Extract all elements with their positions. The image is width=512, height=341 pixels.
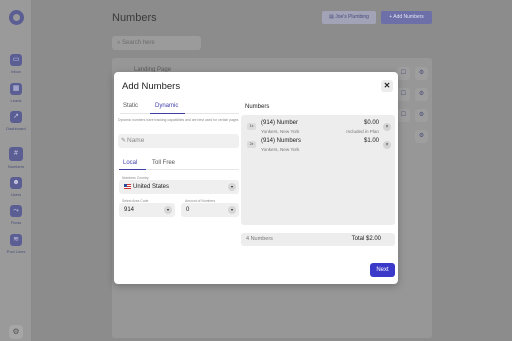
remove-icon[interactable]: ×	[383, 141, 391, 149]
dynamic-description: Dynamic numbers have tracking capabiliti…	[118, 118, 239, 122]
row-phone-icon[interactable]: ☐	[397, 109, 410, 122]
hash-icon: #	[9, 147, 23, 161]
quantity-badge: 1x	[247, 123, 256, 130]
list-item: 2x (914) Numbers Yonkers, New York $1.00…	[241, 135, 395, 153]
chevron-down-icon: ▾	[228, 206, 236, 214]
close-icon[interactable]: ✕	[381, 80, 393, 92]
row-gear-icon[interactable]: ⚙	[415, 130, 428, 143]
number-title: (914) Numbers	[261, 138, 302, 144]
app-logo	[9, 10, 24, 25]
number-note: Included in Plan	[346, 129, 379, 134]
numbers-summary: 4 Numbers Total $2.00	[241, 233, 395, 246]
row-phone-icon[interactable]: ☐	[397, 88, 410, 101]
list-item: 1x (914) Number Yonkers, New York $0.00 …	[241, 117, 395, 135]
country-value: United States	[133, 184, 170, 190]
pool-lines-icon: ≋	[10, 234, 22, 246]
sidebar-item-label: Inbox	[11, 69, 21, 74]
number-location: Yonkers, New York	[261, 147, 300, 152]
quantity-badge: 2x	[247, 141, 256, 148]
number-price: $0.00	[363, 120, 379, 126]
sidebar-item-pool-lines[interactable]: ≋ Pool Lines	[0, 234, 32, 254]
tab-toll-free[interactable]: Toll Free	[152, 160, 175, 166]
sidebar-item-flows[interactable]: ⤳ Flows	[0, 205, 32, 225]
add-numbers-button[interactable]: + Add Numbers	[381, 11, 432, 24]
next-button[interactable]: Next	[370, 263, 395, 277]
us-flag-icon	[124, 183, 131, 189]
row-gear-icon[interactable]: ⚙	[415, 67, 428, 80]
page-title: Numbers	[112, 12, 157, 24]
users-icon: ☻	[10, 177, 22, 189]
sidebar: ▭ Inbox ▦ Leads ↗ Dashboard # Numbers ☻ …	[0, 0, 32, 341]
numbers-total: Total $2.00	[351, 236, 381, 242]
sidebar-item-numbers[interactable]: # Numbers	[0, 147, 32, 169]
add-numbers-modal: Add Numbers ✕ Static Dynamic Dynamic num…	[114, 72, 398, 284]
number-price: $1.00	[363, 138, 379, 144]
flows-icon: ⤳	[10, 205, 22, 217]
name-input[interactable]: ✎ Name	[118, 134, 239, 148]
tab-static[interactable]: Static	[123, 103, 138, 109]
search-placeholder: Search here	[122, 40, 155, 46]
number-title: (914) Number	[261, 120, 299, 126]
sidebar-item-inbox[interactable]: ▭ Inbox	[0, 54, 32, 74]
pencil-icon: ✎	[121, 138, 127, 144]
location-tabs: Local Toll Free	[119, 158, 239, 170]
settings-gear-icon[interactable]: ⚙	[9, 325, 23, 339]
sidebar-item-label: Leads	[10, 98, 22, 103]
row-gear-icon[interactable]: ⚙	[415, 88, 428, 101]
account-switcher-button[interactable]: ▤ Joe's Plumbing	[322, 11, 376, 24]
remove-icon[interactable]: ×	[383, 123, 391, 131]
country-select[interactable]: United States ▾	[119, 180, 239, 194]
sidebar-item-label: Dashboard	[6, 126, 26, 131]
sidebar-item-label: Flows	[10, 220, 22, 225]
row-gear-icon[interactable]: ⚙	[415, 109, 428, 122]
sidebar-item-label: Pool Lines	[6, 249, 26, 254]
amount-select[interactable]: 0 ▾	[181, 203, 239, 217]
amount-value: 0	[186, 207, 190, 213]
sidebar-item-users[interactable]: ☻ Users	[0, 177, 32, 197]
active-location-indicator	[119, 169, 146, 170]
name-placeholder: Name	[127, 137, 145, 144]
number-type-tabs: Static Dynamic	[120, 102, 239, 114]
add-numbers-label: Add Numbers	[393, 14, 424, 20]
dashboard-icon: ↗	[10, 111, 22, 123]
area-code-value: 914	[124, 207, 135, 213]
sidebar-item-label: Numbers	[7, 164, 25, 169]
tab-dynamic[interactable]: Dynamic	[155, 103, 178, 109]
sidebar-item-leads[interactable]: ▦ Leads	[0, 83, 32, 103]
numbers-heading: Numbers	[245, 104, 270, 110]
tab-local[interactable]: Local	[123, 160, 137, 166]
chevron-down-icon: ▾	[228, 183, 236, 191]
leads-icon: ▦	[10, 83, 22, 95]
search-input[interactable]: ⌕ Search here	[112, 36, 201, 50]
account-label: Joe's Plumbing	[335, 14, 369, 20]
sidebar-item-label: Users	[10, 192, 22, 197]
numbers-count: 4 Numbers	[246, 236, 273, 242]
area-code-select[interactable]: 914 ▾	[119, 203, 175, 217]
number-location: Yonkers, New York	[261, 129, 300, 134]
modal-title: Add Numbers	[122, 81, 181, 92]
chevron-down-icon: ▾	[164, 206, 172, 214]
inbox-icon: ▭	[10, 54, 22, 66]
selected-numbers-list: 1x (914) Number Yonkers, New York $0.00 …	[241, 115, 395, 225]
sidebar-item-dashboard[interactable]: ↗ Dashboard	[0, 111, 32, 131]
row-phone-icon[interactable]: ☐	[397, 67, 410, 80]
active-tab-indicator	[150, 113, 185, 114]
